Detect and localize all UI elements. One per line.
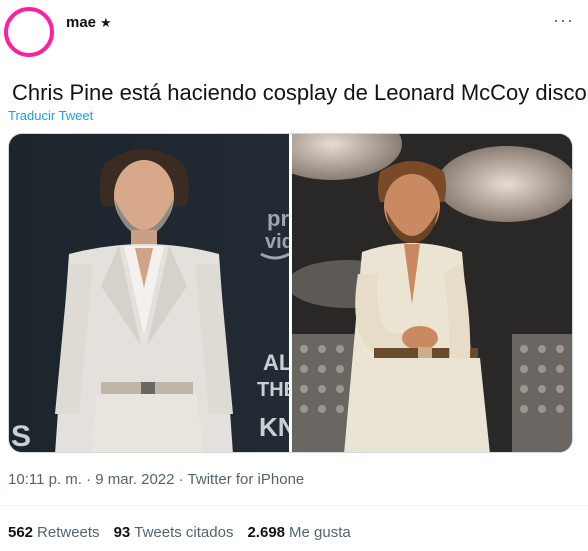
author-display-name[interactable]: mae xyxy=(66,14,96,31)
media-photo-left[interactable]: pri vid ALL THE O KNI S xyxy=(9,134,289,452)
tweet-media[interactable]: pri vid ALL THE O KNI S xyxy=(8,133,573,453)
photo-right-illustration xyxy=(292,134,572,452)
media-photo-right[interactable] xyxy=(292,134,572,452)
backdrop-text-5: KNI xyxy=(259,412,289,442)
retweets-stat[interactable]: 562 Retweets xyxy=(8,524,100,541)
tweet-timestamp[interactable]: 10:11 p. m. · 9 mar. 2022 · Twitter for … xyxy=(8,471,304,488)
quotes-stat[interactable]: 93 Tweets citados xyxy=(114,524,234,541)
quotes-label: Tweets citados xyxy=(134,524,234,541)
backdrop-text-1: pri xyxy=(267,206,289,231)
backdrop-text-3: ALL xyxy=(263,350,289,375)
tweet-stats: 562 Retweets 93 Tweets citados 2.698 Me gus… xyxy=(8,524,351,541)
divider xyxy=(0,505,588,506)
retweets-label: Retweets xyxy=(37,524,100,541)
more-options-icon[interactable]: ··· xyxy=(553,10,574,31)
backdrop-text-4: THE O xyxy=(257,379,289,401)
likes-count: 2.698 xyxy=(247,524,286,541)
likes-label: Me gusta xyxy=(289,524,351,541)
quotes-count: 93 xyxy=(113,524,131,541)
avatar[interactable] xyxy=(4,7,54,57)
photo-left-illustration: pri vid ALL THE O KNI S xyxy=(9,134,289,452)
backdrop-text-6: S xyxy=(11,420,31,452)
likes-stat[interactable]: 2.698 Me gusta xyxy=(247,524,350,541)
retweets-count: 562 xyxy=(8,524,34,541)
tweet-text: Chris Pine está haciendo cosplay de Leon… xyxy=(12,80,588,105)
star-icon: ★ xyxy=(100,14,112,30)
translate-tweet-link[interactable]: Traducir Tweet xyxy=(8,108,93,123)
backdrop-text-2: vid xyxy=(265,231,289,253)
author-name[interactable]: mae ★ xyxy=(66,14,112,31)
